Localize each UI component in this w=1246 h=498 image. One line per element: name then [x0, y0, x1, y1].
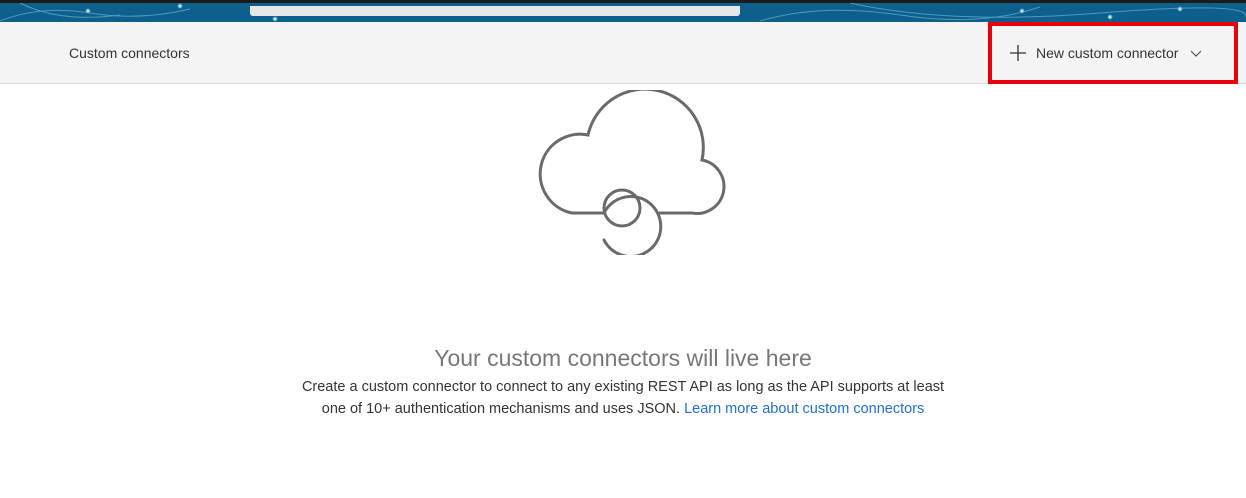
command-bar: Custom connectors New custom connector [0, 22, 1246, 84]
cloud-connector-icon [538, 90, 726, 255]
search-bar[interactable] [250, 6, 740, 16]
learn-more-link[interactable]: Learn more about custom connectors [684, 401, 924, 417]
description-line-1: Create a custom connector to connect to … [301, 379, 945, 395]
empty-state-description: Create a custom connector to connect to … [0, 376, 1246, 420]
new-custom-connector-button[interactable]: New custom connector [1010, 42, 1202, 64]
description-line-2: one of 10+ authentication mechanisms and… [321, 401, 681, 417]
chevron-down-icon[interactable] [1190, 47, 1202, 59]
top-banner [0, 0, 1246, 22]
page-title: Custom connectors [69, 45, 190, 61]
plus-icon [1010, 45, 1026, 61]
new-custom-connector-label: New custom connector [1036, 45, 1179, 61]
empty-state-title: Your custom connectors will live here [434, 345, 812, 371]
